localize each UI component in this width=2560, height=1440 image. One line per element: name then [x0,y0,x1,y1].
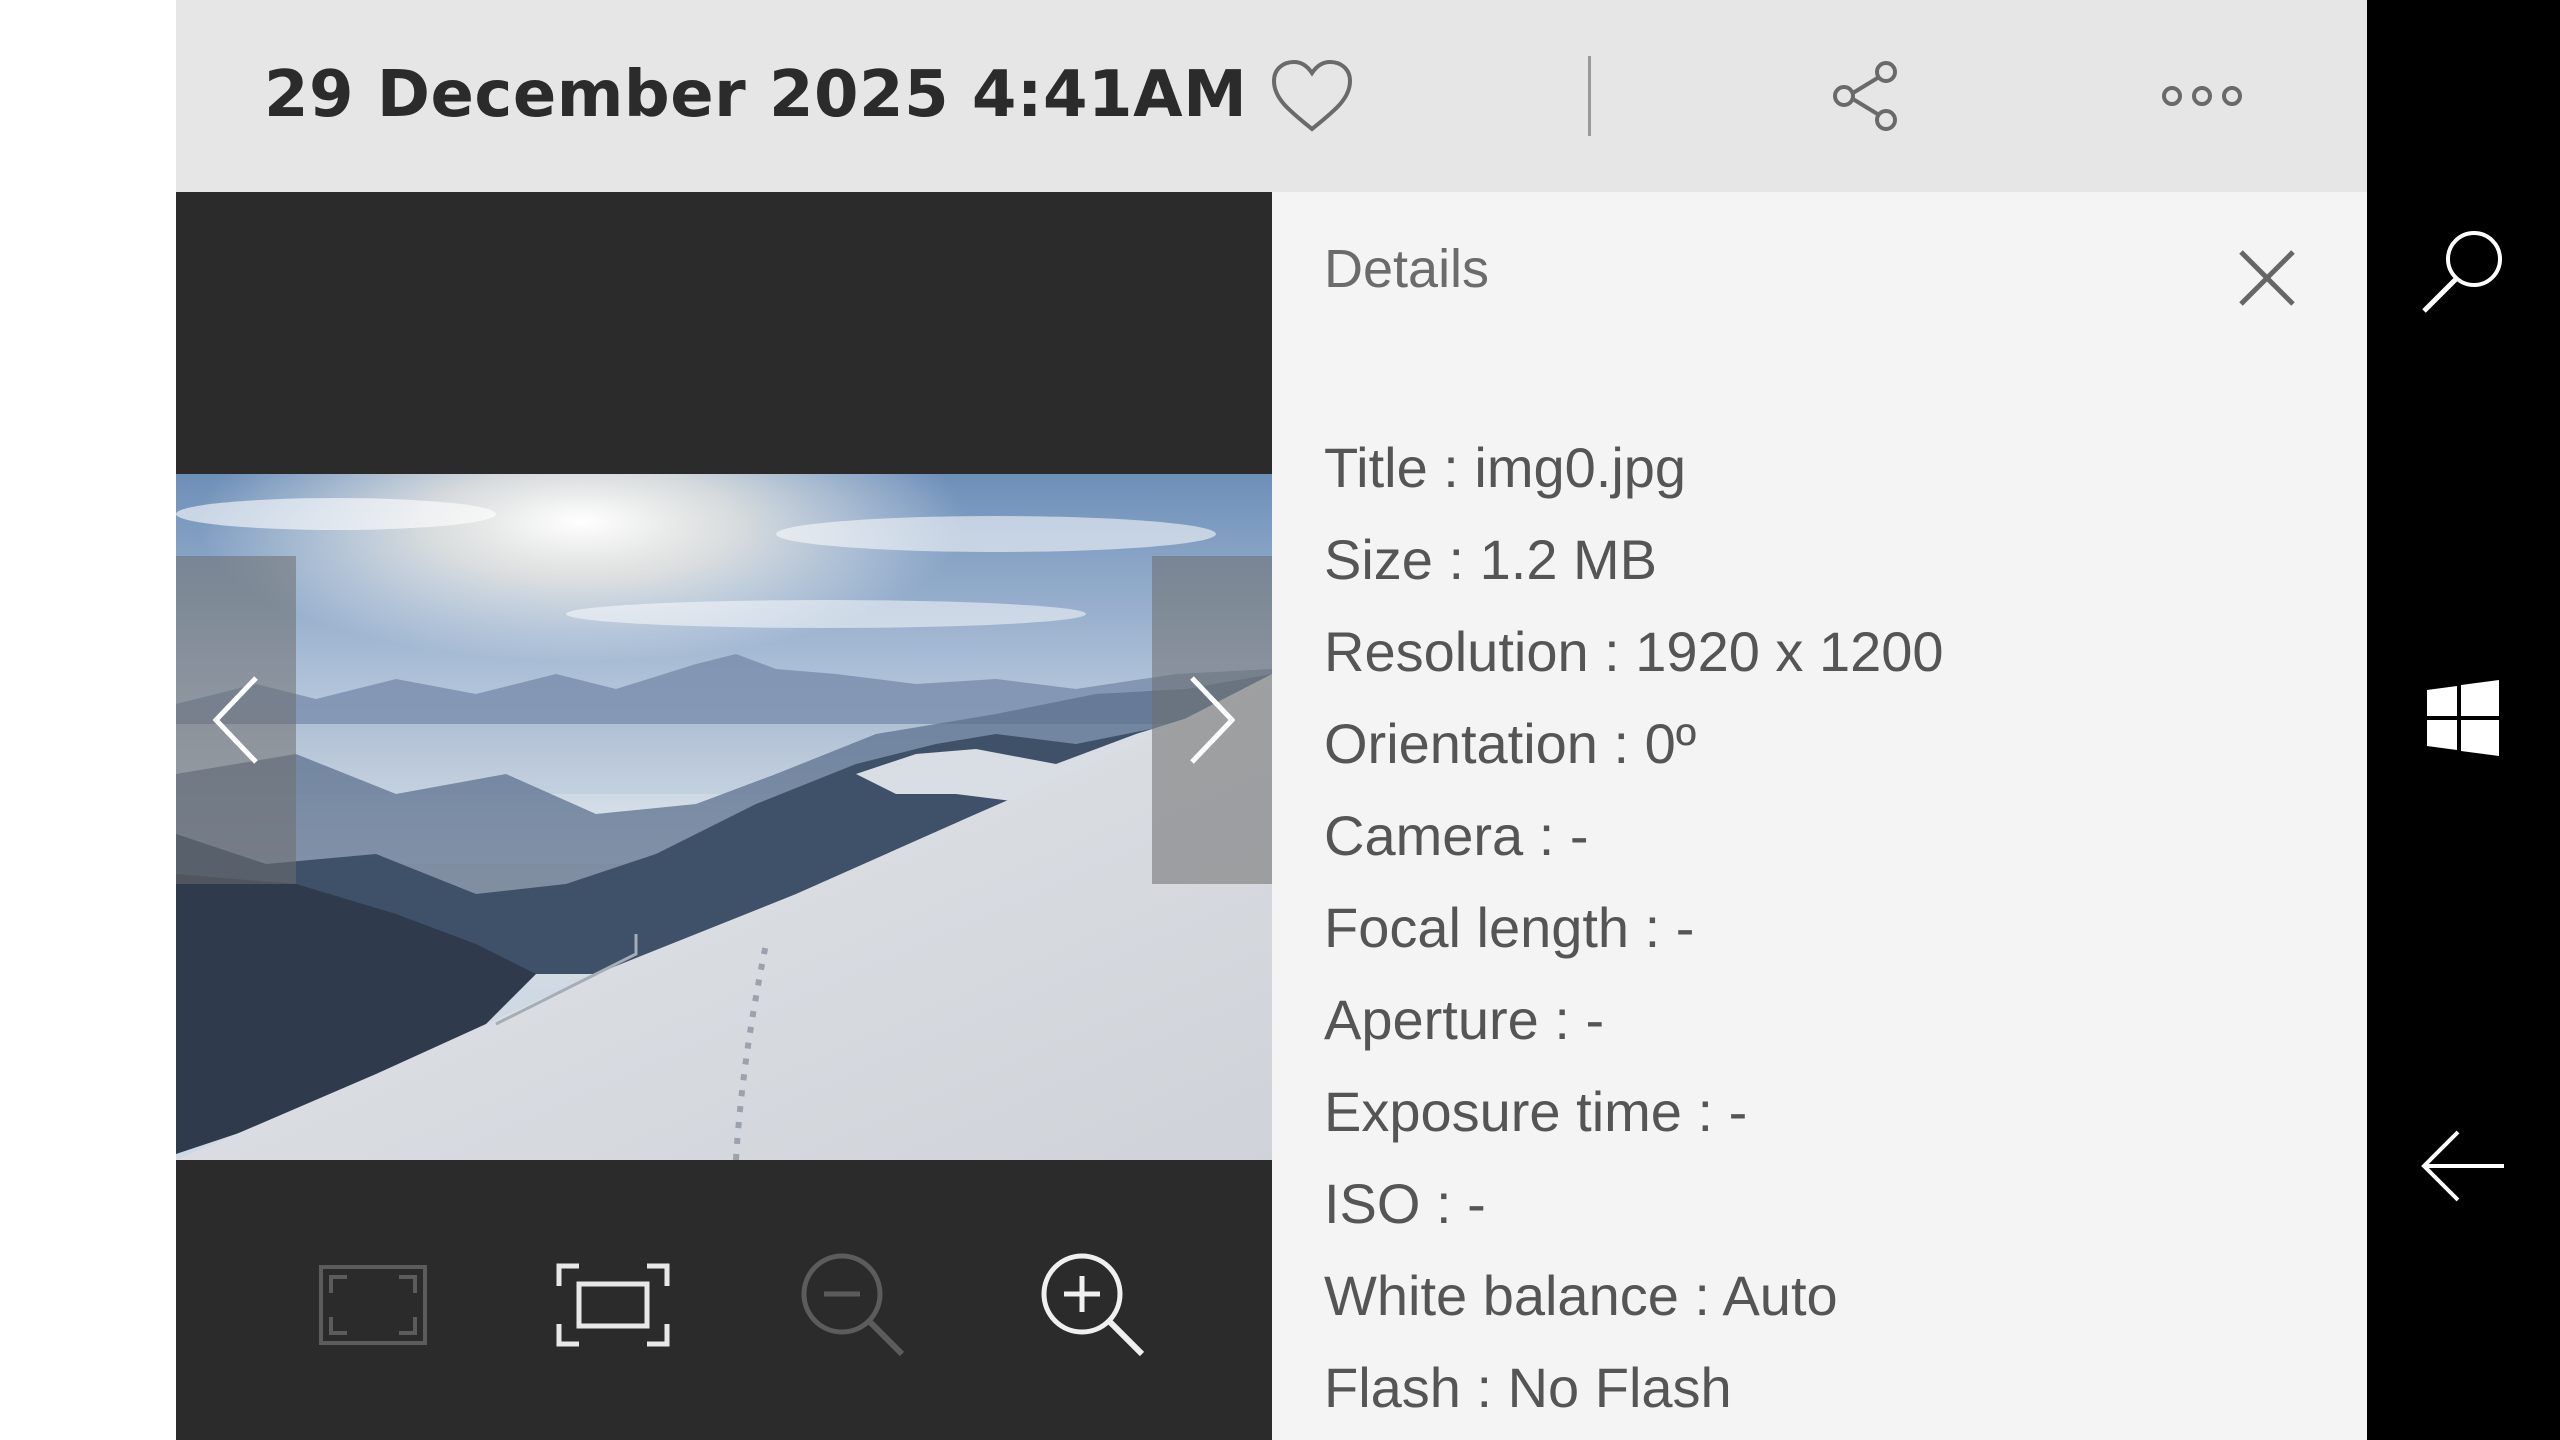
zoom-out-icon [801,1253,905,1357]
image-viewer [176,192,1272,1440]
detail-resolution: Resolution : 1920 x 1200 [1324,620,1944,683]
photo-datetime: 29 December 2025 4:41AM [264,58,1248,132]
zoom-in-button[interactable] [1028,1240,1158,1370]
actual-size-button[interactable] [548,1240,678,1370]
detail-focal-length: Focal length : - [1324,896,1695,959]
actual-size-icon [556,1263,670,1347]
share-icon [1833,61,1897,131]
windows-start-icon [2427,680,2499,756]
detail-size: Size : 1.2 MB [1324,528,1658,591]
fit-screen-icon [319,1265,427,1345]
photo-viewer-screen: 29 December 2025 4:41AM Details Title: … [0,0,2560,1440]
more-options-button[interactable] [2152,46,2252,146]
close-icon [2239,250,2295,306]
details-panel: Details Title : img0.jpg Size : 1.2 MB R… [1272,192,2367,1440]
zoom-in-icon [1041,1253,1145,1357]
viewer-toolbar [176,1160,1272,1440]
chevron-left-icon [212,676,258,764]
left-margin [0,0,176,1440]
detail-exposure-time: Exposure time : - [1324,1080,1748,1143]
favorite-button[interactable] [1262,46,1362,146]
start-button[interactable] [2403,658,2523,778]
zoom-out-button[interactable] [788,1240,918,1370]
detail-flash: Flash : No Flash [1324,1356,1732,1419]
toolbar-divider [1588,56,1591,136]
details-list: Title : img0.jpg Size : 1.2 MB Resolutio… [1324,422,1944,1434]
detail-camera: Camera : - [1324,804,1589,867]
previous-photo-button[interactable] [176,556,296,884]
next-photo-button[interactable] [1152,556,1272,884]
detail-iso: ISO : - [1324,1172,1486,1235]
back-arrow-icon [2421,1130,2504,1202]
search-button[interactable] [2403,210,2523,330]
more-icon [2162,86,2242,106]
detail-white-balance: White balance : Auto [1324,1264,1838,1327]
search-icon [2422,231,2502,313]
top-bar: 29 December 2025 4:41AM [176,0,2367,192]
system-nav-bar [2367,0,2560,1440]
share-button[interactable] [1816,46,1916,146]
mountain-snow-photo [176,474,1272,1160]
detail-orientation: Orientation : 0º [1324,712,1697,775]
back-button[interactable] [2403,1106,2523,1226]
close-details-button[interactable] [2227,238,2307,318]
chevron-right-icon [1190,676,1236,764]
detail-aperture: Aperture : - [1324,988,1605,1051]
heart-icon [1271,59,1353,132]
detail-title: Title : img0.jpg [1324,436,1687,499]
fit-screen-button[interactable] [308,1240,438,1370]
details-heading: Details [1324,239,1490,299]
photo[interactable] [176,474,1272,1160]
